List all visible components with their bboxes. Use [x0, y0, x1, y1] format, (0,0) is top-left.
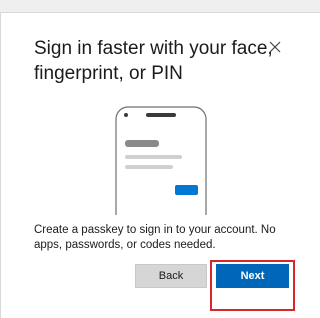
passkey-dialog: Sign in faster with your face, fingerpri…: [0, 12, 320, 318]
dialog-title: Sign in faster with your face, fingerpri…: [34, 38, 273, 84]
close-icon: [269, 41, 281, 53]
dialog-description: Create a passkey to sign in to your acco…: [34, 224, 276, 251]
next-button[interactable]: Next: [216, 264, 289, 288]
back-button[interactable]: Back: [135, 264, 207, 288]
phone-illustration: [111, 105, 211, 228]
close-button[interactable]: [265, 37, 285, 57]
phone-icon: [115, 106, 207, 228]
